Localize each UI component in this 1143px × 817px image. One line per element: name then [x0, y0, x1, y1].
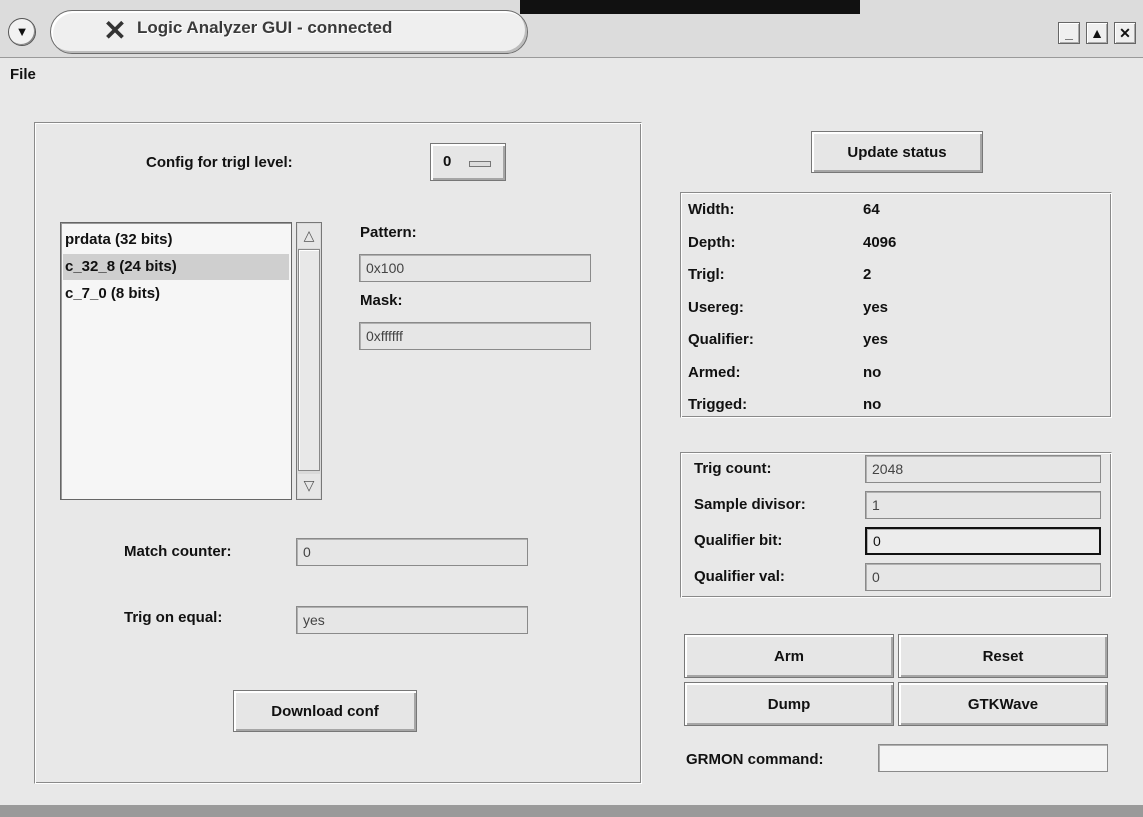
trig-level-label: Config for trigl level:	[146, 154, 293, 171]
close-icon[interactable]: ✕	[1114, 22, 1136, 44]
status-value: yes	[863, 331, 889, 348]
settings-input[interactable]	[865, 563, 1101, 591]
settings-label: Qualifier bit:	[694, 532, 783, 549]
settings-input[interactable]	[865, 491, 1101, 519]
mask-input[interactable]	[359, 322, 591, 350]
maximize-icon[interactable]: ▲	[1086, 22, 1108, 44]
status-value: yes	[863, 298, 889, 316]
status-value: no	[863, 363, 882, 381]
status-label: Usereg:	[688, 298, 744, 316]
bottom-border	[0, 805, 1143, 817]
scroll-down-icon[interactable]: ▽	[298, 474, 320, 498]
settings-input[interactable]	[865, 527, 1101, 555]
reset-button[interactable]: Reset	[898, 634, 1108, 678]
minimize-icon[interactable]: _	[1058, 22, 1080, 44]
window-title: Logic Analyzer GUI - connected	[137, 18, 393, 37]
listbox-scrollbar[interactable]: △ ▽	[296, 222, 322, 500]
status-label: Depth:	[688, 233, 736, 251]
signal-list-item[interactable]: c_7_0 (8 bits)	[63, 281, 289, 307]
menu-bar	[0, 58, 1143, 92]
trig-level-value: 0	[443, 153, 452, 170]
status-value: 64	[863, 201, 880, 218]
settings-label: Trig count:	[694, 460, 772, 477]
mask-label: Mask:	[360, 292, 403, 309]
status-label: Width:	[688, 201, 735, 218]
signal-list-item[interactable]: prdata (32 bits)	[63, 227, 289, 253]
status-label: Qualifier:	[688, 331, 754, 348]
trig-level-select[interactable]: 0	[430, 143, 506, 181]
menu-file[interactable]: File	[10, 66, 36, 83]
dump-button[interactable]: Dump	[684, 682, 894, 726]
download-conf-button[interactable]: Download conf	[233, 690, 417, 732]
status-label: Trigl:	[688, 266, 725, 283]
trig-on-equal-label: Trig on equal:	[124, 609, 223, 626]
grmon-command-input[interactable]	[878, 744, 1108, 772]
option-menu-indicator-icon	[469, 161, 491, 167]
status-value: 4096	[863, 233, 897, 251]
arm-button[interactable]: Arm	[684, 634, 894, 678]
gtkwave-button[interactable]: GTKWave	[898, 682, 1108, 726]
signal-list-item[interactable]: c_32_8 (24 bits)	[63, 254, 289, 280]
scrollbar-thumb[interactable]	[298, 249, 320, 471]
title-bar-decoration	[520, 0, 860, 14]
match-counter-label: Match counter:	[124, 543, 232, 560]
signal-listbox[interactable]: prdata (32 bits) c_32_8 (24 bits) c_7_0 (8…	[60, 222, 292, 500]
status-label: Trigged:	[688, 396, 748, 413]
settings-label: Qualifier val:	[694, 568, 785, 585]
pattern-input[interactable]	[359, 254, 591, 282]
settings-input[interactable]	[865, 455, 1101, 483]
trig-on-equal-input[interactable]	[296, 606, 528, 634]
grmon-command-label: GRMON command:	[686, 751, 824, 768]
x-logo-icon: ✕	[103, 15, 127, 46]
window-menu-icon[interactable]: ▼	[8, 18, 36, 46]
pattern-label: Pattern:	[360, 224, 417, 241]
settings-label: Sample divisor:	[694, 496, 806, 513]
status-label: Armed:	[688, 363, 741, 381]
status-value: no	[863, 396, 882, 413]
status-frame	[680, 192, 1112, 418]
match-counter-input[interactable]	[296, 538, 528, 566]
status-value: 2	[863, 266, 872, 283]
update-status-button[interactable]: Update status	[811, 131, 983, 173]
scroll-up-icon[interactable]: △	[298, 224, 320, 248]
